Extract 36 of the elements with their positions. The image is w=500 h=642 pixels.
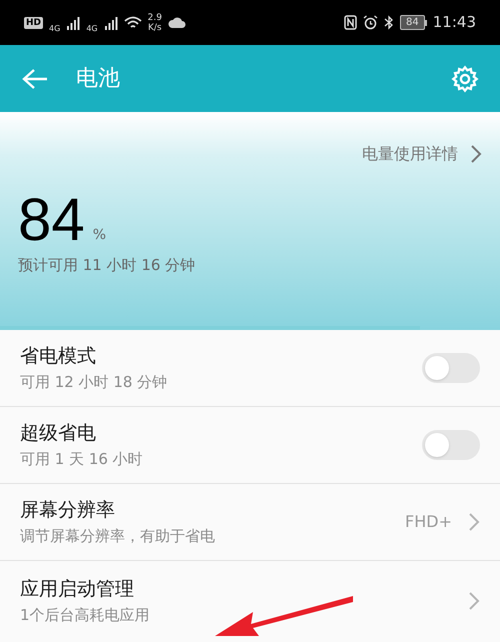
setting-subtitle: 可用 1 天 16 小时 [20,450,144,468]
bluetooth-icon [384,15,394,30]
nfc-icon [344,15,358,30]
settings-button[interactable] [450,64,480,94]
wifi-icon [124,16,142,30]
toggle-switch[interactable] [422,430,480,460]
battery-percent: 84 [18,190,85,250]
speed-value: 2.9 [148,12,162,22]
hd-badge: HD [24,16,44,28]
setting-value: FHD+ [405,511,452,533]
percent-sign: % [92,226,106,245]
speed-unit: K/s [148,22,162,32]
setting-title: 超级省电 [20,422,97,446]
network-type: 4G [86,22,98,34]
setting-subtitle: 1个后台高耗电应用 [20,606,151,624]
chevron-right-icon [470,144,482,164]
toggle-switch[interactable] [422,353,480,383]
settings-icon [451,64,479,92]
clock: 11:43 [432,12,476,34]
usage-details-link[interactable]: 电量使用详情 [362,142,458,166]
network-type: 4G [49,22,60,34]
page-title: 电池 [76,65,121,93]
setting-title: 屏幕分辨率 [20,498,116,522]
cloud-icon [168,17,186,28]
battery-indicator: 84 [400,15,425,30]
signal-icon [104,16,118,30]
chevron-right-icon [468,591,480,611]
setting-title: 应用启动管理 [20,578,135,602]
back-arrow-icon [22,68,48,90]
alarm-icon [363,15,378,30]
setting-title: 省电模式 [20,344,97,368]
estimated-time: 预计可用 11 小时 16 分钟 [18,255,196,276]
setting-subtitle: 可用 12 小时 18 分钟 [20,372,168,392]
setting-subtitle: 调节屏幕分辨率，有助于省电 [20,526,216,546]
chevron-right-icon [468,512,480,532]
signal-icon [66,16,80,30]
